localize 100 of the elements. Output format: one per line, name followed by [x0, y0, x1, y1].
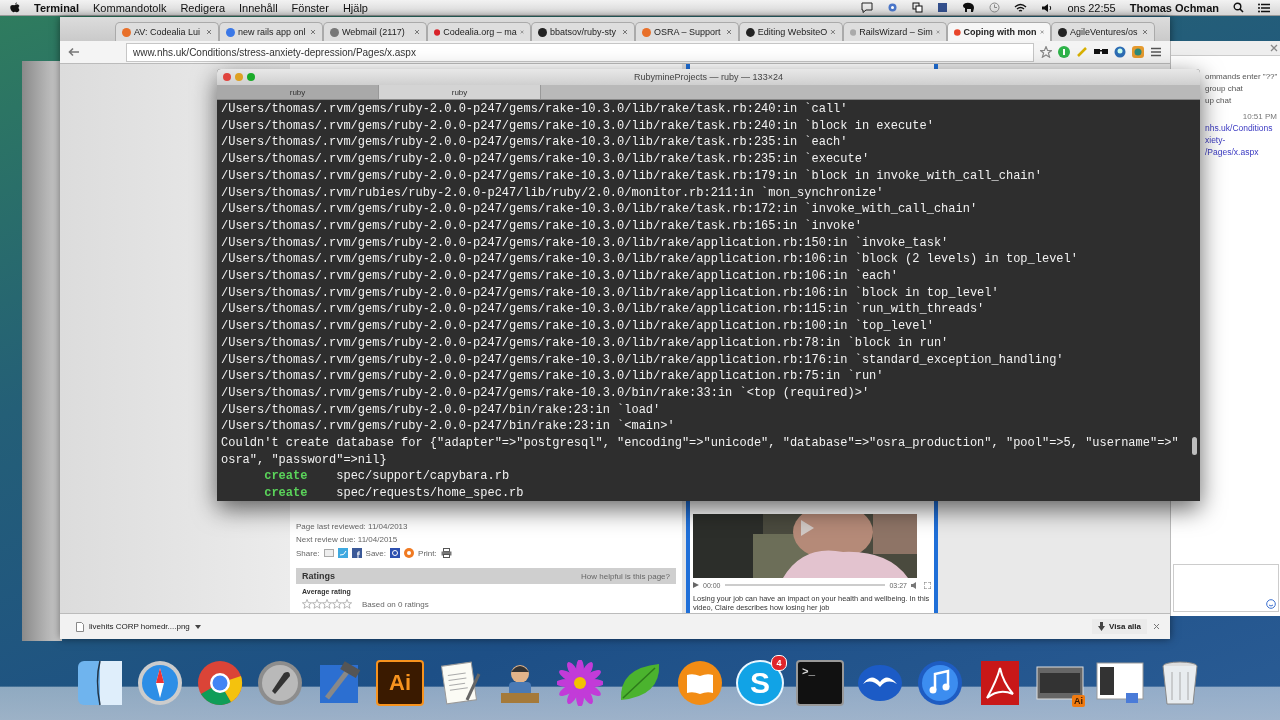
music-note-icon[interactable] [917, 659, 963, 706]
printer-icon[interactable] [440, 548, 452, 558]
close-icon[interactable] [726, 29, 732, 35]
star-icon [322, 599, 332, 609]
menu-clock[interactable]: ons 22:55 [1067, 1, 1116, 14]
terminal-line: /Users/thomas/.rvm/gems/ruby-2.0.0-p247/gems/rake-10.3.0/lib/rake/task.rb:179:in `block in invoke_with_call_chain' [221, 167, 1043, 185]
speech-bubble-icon[interactable] [861, 2, 874, 13]
close-button[interactable] [223, 73, 231, 81]
share-label: Share: [296, 548, 320, 558]
browser-tab[interactable]: AV: Codealia Lui [115, 22, 219, 41]
ratings-title: Ratings [302, 571, 335, 581]
browser-tab[interactable]: Editing WebsiteO [739, 22, 843, 41]
glasses-icon[interactable] [1094, 48, 1108, 56]
apple-logo-icon[interactable] [10, 2, 20, 13]
chat-link[interactable]: xiety- [1205, 136, 1277, 145]
back-arrow-icon[interactable] [68, 47, 80, 57]
browser-tab[interactable]: new rails app onl [219, 22, 323, 41]
browser-tab[interactable]: OSRA – Support [635, 22, 739, 41]
chat-input[interactable] [1173, 564, 1279, 612]
star-icon [312, 599, 322, 609]
menu-item[interactable]: Redigera [180, 1, 226, 14]
chat-message: group chat [1205, 84, 1244, 93]
menu-icon[interactable] [1150, 47, 1162, 57]
fullscreen-icon[interactable] [924, 581, 931, 589]
wifi-icon[interactable] [1014, 2, 1028, 13]
close-icon[interactable] [1153, 623, 1160, 630]
terminal-line: /Users/thomas/.rvm/gems/ruby-2.0.0-p247/bin/rake:23:in `<main>' [221, 418, 676, 436]
play-icon[interactable] [693, 582, 699, 588]
square-icon[interactable] [937, 2, 949, 13]
user-name[interactable]: Thomas Ochman [1129, 1, 1219, 14]
terminal-line: /Users/thomas/.rvm/gems/ruby-2.0.0-p247/gems/rake-10.3.0/lib/rake/application.rb:150:in `invoke_task' [221, 234, 950, 252]
helpful-link[interactable]: How helpful is this page? [581, 571, 670, 581]
browser-tab[interactable]: AgileVentures/os [1051, 22, 1155, 41]
close-icon[interactable] [206, 29, 212, 35]
browser-tab[interactable]: Codealia.org – ma [427, 22, 531, 41]
terminal-line: /Users/thomas/.rvm/gems/ruby-2.0.0-p247/gems/rake-10.3.0/lib/rake/application.rb:75:in `run' [221, 368, 885, 385]
extension-icon[interactable] [1114, 46, 1126, 58]
address-field[interactable]: www.nhs.uk/Conditions/stress-anxiety-depression/Pages/x.aspx [126, 42, 1034, 62]
menu-item[interactable]: Innehåll [239, 1, 278, 14]
terminal-line: /Users/thomas/.rvm/gems/ruby-2.0.0-p247/gems/rake-10.3.0/bin/rake:33:in `<top (required)>' [221, 384, 871, 402]
terminal-line: /Users/thomas/.rvm/rubies/ruby-2.0.0-p247/lib/ruby/2.0.0/monitor.rb:211:in `mon_synchronize' [221, 184, 885, 202]
chat-link[interactable]: /Pages/x.aspx [1205, 148, 1277, 157]
compass-icon[interactable] [137, 659, 183, 706]
book-icon[interactable] [677, 659, 723, 706]
terminal-line: create spec/requests/home_spec.rb [263, 485, 525, 501]
terminal-tab[interactable]: ruby [217, 85, 379, 99]
terminal-icon[interactable]: >_ [796, 659, 844, 706]
terminal-tab[interactable]: ruby [379, 85, 541, 99]
bookmark-star-icon[interactable] [1040, 46, 1052, 58]
trash-icon[interactable] [1160, 659, 1200, 706]
extension-icon[interactable] [1058, 46, 1070, 58]
circle-logo-icon[interactable] [197, 659, 243, 706]
browser-tab[interactable]: Webmail (2117) [323, 22, 427, 41]
letter-tile-icon[interactable]: Ai [376, 659, 424, 706]
browser-tab[interactable]: bbatsov/ruby-sty [531, 22, 635, 41]
terminal-line: create spec/support/capybara.rb [263, 468, 511, 486]
chat-time: 10:51 PM [1242, 112, 1277, 121]
close-icon[interactable] [1142, 29, 1148, 35]
close-icon[interactable] [622, 29, 628, 35]
terminal-line: /Users/thomas/.rvm/gems/ruby-2.0.0-p247/gems/rake-10.3.0/lib/rake/application.rb:106:in `block in top_level' [221, 284, 1000, 302]
scrollbar-thumb[interactable] [1192, 437, 1197, 455]
file-icon [76, 621, 84, 632]
menu-item[interactable]: Hjälp [342, 1, 368, 14]
flower-icon[interactable] [557, 659, 603, 706]
chat-message: ommands enter "??" [1205, 72, 1277, 81]
f-logo-icon[interactable] [351, 548, 362, 558]
menu-item[interactable]: Fönster [291, 1, 329, 14]
show-all-button[interactable]: Visa alla [1092, 619, 1147, 634]
menu-item[interactable]: Kommandotolk [93, 1, 167, 14]
clock-icon[interactable] [989, 2, 1001, 13]
smiley-icon[interactable] [1266, 599, 1276, 609]
print-label: Print: [418, 548, 437, 558]
terminal-line: /Users/thomas/.rvm/gems/ruby-2.0.0-p247/gems/rake-10.3.0/lib/rake/application.rb:176:in `standard_exception_handling' [221, 351, 1065, 369]
terminal-line: Couldn't create database for {"adapter"=>"postgresql", "encoding"=>"unicode", "database"=>"osra_production", "pool"=>5, "username"=>" [221, 435, 1180, 452]
chat-link[interactable]: nhs.uk/Conditions [1205, 124, 1277, 133]
close-icon[interactable] [1270, 44, 1278, 52]
close-icon[interactable] [414, 29, 420, 35]
terminal-line: /Users/thomas/.rvm/gems/ruby-2.0.0-p247/gems/rake-10.3.0/lib/rake/application.rb:100:in `top_level' [221, 318, 935, 335]
list-icon[interactable] [1258, 2, 1270, 13]
browser-tab[interactable]: Coping with mon [947, 22, 1051, 41]
notification-badge: 4 [771, 654, 787, 671]
zoom-button[interactable] [247, 73, 255, 81]
window-thumbnail-icon[interactable] [1096, 660, 1144, 705]
close-icon[interactable] [830, 29, 836, 35]
email-icon[interactable] [323, 548, 334, 558]
review-date: Next review due: 11/04/2015 [296, 535, 399, 544]
volume-icon[interactable] [1041, 2, 1054, 13]
browser-tab[interactable]: RailsWizard – Sim [843, 22, 947, 41]
terminal-line: /Users/thomas/.rvm/gems/ruby-2.0.0-p247/gems/rake-10.3.0/lib/rake/task.rb:235:in `each' [221, 134, 849, 152]
hammer-icon[interactable] [317, 659, 363, 706]
download-icon [1098, 622, 1106, 631]
close-icon[interactable] [1039, 29, 1044, 35]
search-icon[interactable] [1233, 2, 1244, 13]
windows-icon[interactable] [912, 2, 924, 13]
star-icon [332, 599, 342, 609]
menu-title[interactable]: Terminal [34, 1, 80, 14]
star-icon [342, 599, 352, 609]
close-icon[interactable] [310, 29, 316, 35]
download-item[interactable]: livehits CORP homedr....png [70, 620, 207, 633]
terminal-line: /Users/thomas/.rvm/gems/ruby-2.0.0-p247/gems/rake-10.3.0/lib/rake/application.rb:78:in `block in run' [221, 334, 950, 352]
